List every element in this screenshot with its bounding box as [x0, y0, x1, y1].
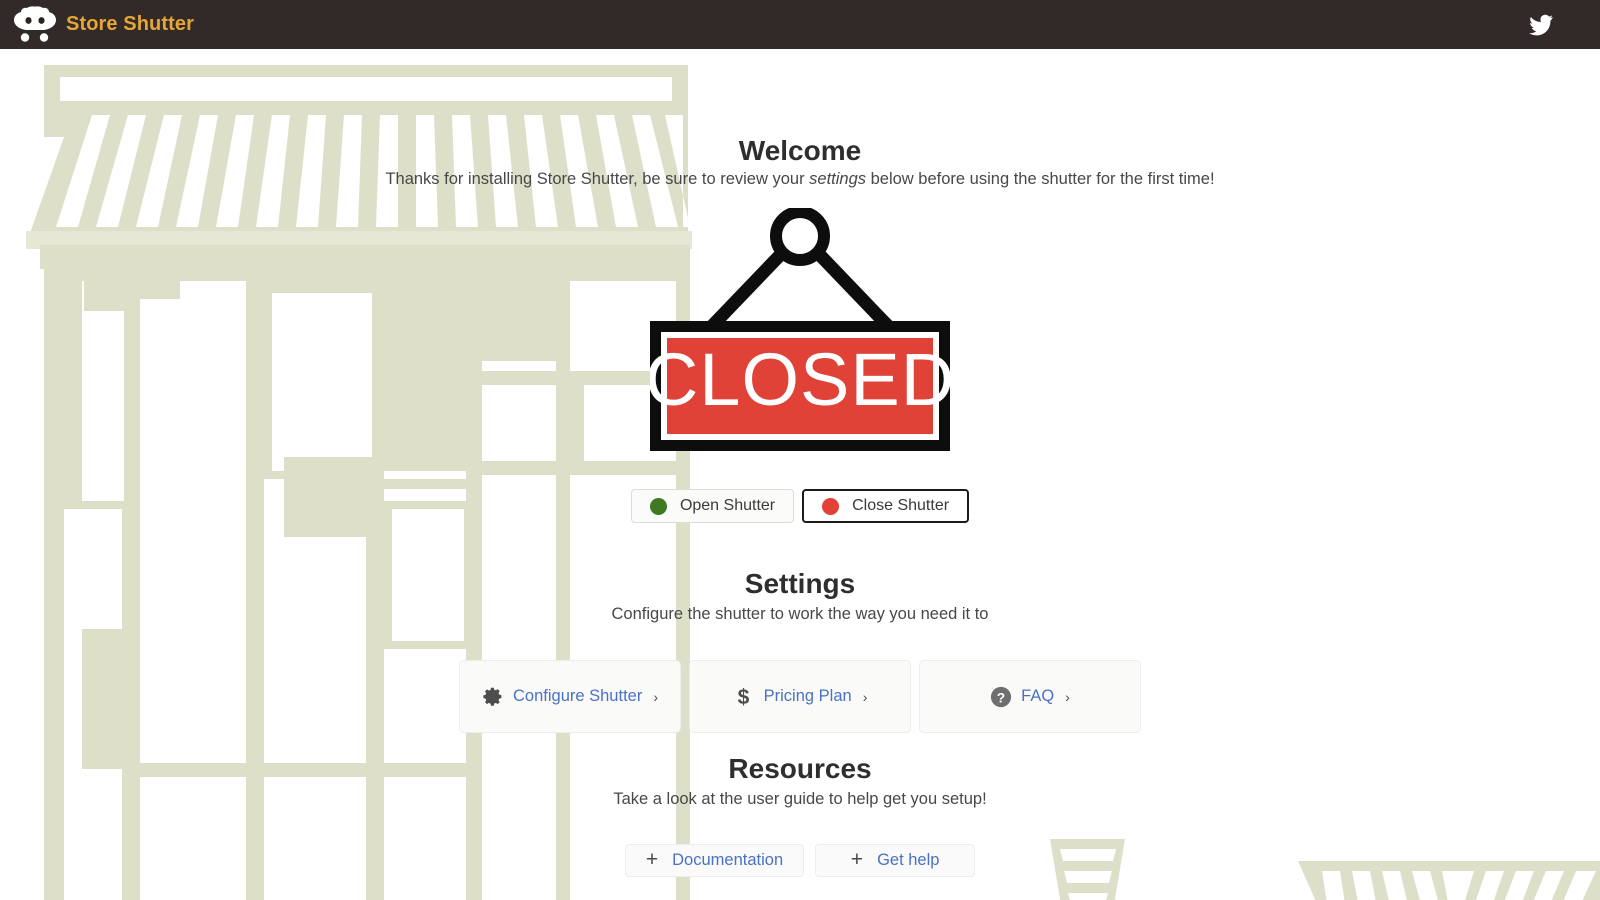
chevron-right-icon: ›: [1065, 688, 1070, 705]
store-shutter-mascot-icon: [12, 5, 58, 44]
gear-icon: [482, 686, 504, 708]
pricing-plan-label: Pricing Plan: [763, 687, 852, 705]
main-content: Welcome Thanks for installing Store Shut…: [0, 49, 1600, 900]
documentation-label: Documentation: [672, 851, 784, 869]
svg-text:$: $: [738, 686, 750, 708]
pricing-plan-card[interactable]: $ Pricing Plan ›: [689, 660, 911, 733]
dollar-sign-icon: $: [733, 686, 755, 708]
shutter-status-sign: CLOSED: [650, 208, 950, 451]
resources-button-group: + Documentation + Get help: [0, 844, 1600, 877]
shutter-control-group: Open Shutter Close Shutter: [0, 489, 1600, 523]
settings-heading: Settings: [744, 568, 856, 599]
welcome-subtitle-part-1: Thanks for installing Store Shutter, be …: [385, 170, 810, 188]
chevron-right-icon: ›: [653, 688, 658, 705]
close-shutter-button[interactable]: Close Shutter: [802, 489, 970, 523]
red-status-dot-icon: [822, 497, 840, 515]
status-sign-label: CLOSED: [650, 338, 950, 421]
faq-label: FAQ: [1021, 687, 1055, 705]
get-help-label: Get help: [877, 851, 940, 869]
page-title: Welcome: [738, 135, 862, 166]
chevron-right-icon: ›: [862, 688, 868, 705]
brand[interactable]: Store Shutter: [12, 5, 194, 44]
twitter-icon[interactable]: [1528, 12, 1554, 38]
welcome-subtitle-part-2: below before using the shutter for the f…: [866, 170, 1215, 188]
configure-shutter-label: Configure Shutter: [513, 687, 643, 705]
close-shutter-label: Close Shutter: [852, 497, 950, 514]
app-title: Store Shutter: [66, 13, 194, 35]
settings-card-group: Configure Shutter › $ Pricing Plan › ? F…: [0, 660, 1600, 733]
app-header: Store Shutter: [0, 0, 1600, 49]
faq-card[interactable]: ? FAQ ›: [919, 660, 1141, 733]
open-shutter-button[interactable]: Open Shutter: [630, 489, 795, 523]
configure-shutter-card[interactable]: Configure Shutter ›: [459, 660, 681, 733]
settings-subtitle: Configure the shutter to work the way yo…: [611, 605, 989, 623]
welcome-subtitle: Thanks for installing Store Shutter, be …: [0, 171, 1600, 188]
get-help-button[interactable]: + Get help: [815, 844, 976, 877]
green-status-dot-icon: [649, 497, 667, 515]
plus-icon: +: [850, 848, 864, 871]
plus-icon: +: [645, 848, 659, 871]
open-shutter-label: Open Shutter: [679, 497, 776, 514]
documentation-button[interactable]: + Documentation: [624, 844, 805, 877]
svg-text:?: ?: [997, 690, 1005, 705]
question-circle-icon: ?: [990, 686, 1012, 708]
resources-subtitle: Take a look at the user guide to help ge…: [613, 790, 987, 808]
welcome-subtitle-emphasis: settings: [809, 170, 867, 188]
resources-heading: Resources: [728, 753, 872, 784]
